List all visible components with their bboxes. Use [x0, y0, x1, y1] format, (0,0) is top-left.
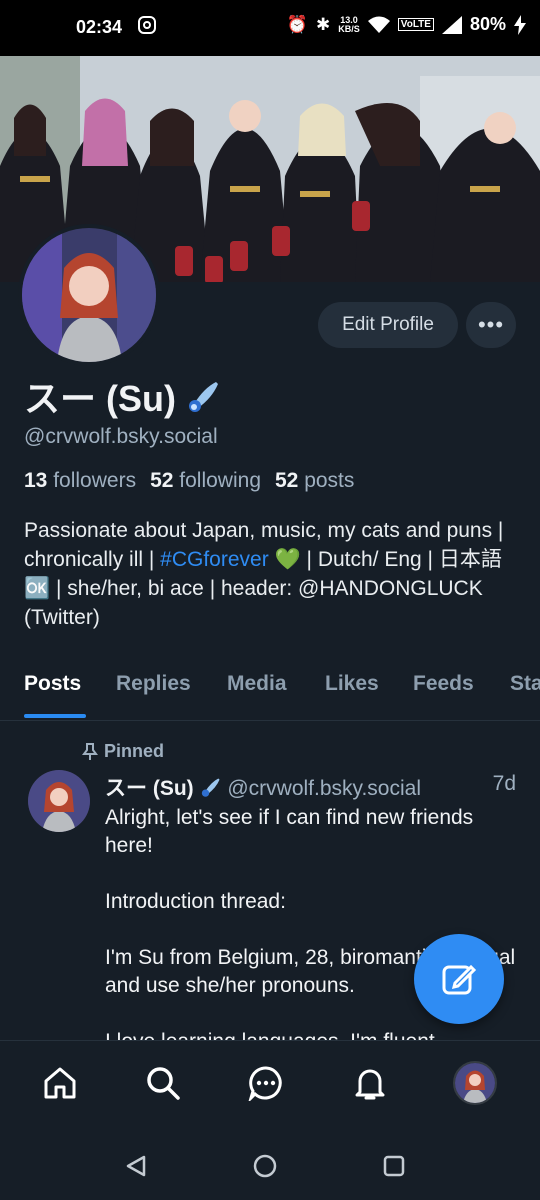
pin-icon: [82, 742, 98, 760]
post-author-handle[interactable]: @crvwolf.bsky.social: [227, 777, 421, 800]
status-bar: 02:34 ⏰ ✱ 13.0 KB/S VoLTE 80%: [0, 0, 540, 56]
comet-emoji-icon: [201, 778, 220, 797]
bottom-navigation: [0, 1040, 540, 1133]
bio-hashtag-link[interactable]: #CGforever: [160, 548, 269, 571]
pinned-indicator: Pinned: [82, 741, 164, 762]
search-icon: [147, 1067, 180, 1100]
post-author-avatar[interactable]: [28, 770, 90, 832]
nav-search[interactable]: [143, 1063, 183, 1103]
nav-chat[interactable]: [246, 1063, 286, 1103]
posts-count: 52: [275, 469, 299, 492]
tab-replies[interactable]: Replies: [116, 672, 191, 696]
more-options-button[interactable]: •••: [466, 302, 516, 348]
following-label: following: [179, 469, 261, 492]
comet-emoji-icon: [188, 382, 218, 412]
volte-icon: VoLTE: [397, 18, 434, 31]
signal-icon: [441, 15, 462, 34]
status-icons: ⏰ ✱ 13.0 KB/S VoLTE 80%: [287, 14, 526, 35]
recents-icon[interactable]: [383, 1155, 405, 1177]
status-time: 02:34: [76, 17, 123, 37]
nav-home[interactable]: [40, 1063, 80, 1103]
nav-profile-avatar[interactable]: [453, 1061, 497, 1105]
tab-posts[interactable]: Posts: [24, 672, 81, 696]
profile-bio: Passionate about Japan, music, my cats a…: [24, 516, 520, 632]
charging-icon: [514, 14, 526, 35]
home-icon: [44, 1067, 76, 1099]
display-name-text: スー (Su): [24, 378, 176, 419]
home-circle-icon[interactable]: [253, 1154, 277, 1178]
back-icon[interactable]: [124, 1154, 148, 1178]
tab-feeds[interactable]: Feeds: [413, 672, 474, 696]
instagram-notification-icon: [138, 16, 156, 34]
display-name: スー (Su): [24, 370, 222, 422]
compose-icon: [442, 964, 477, 995]
post-timestamp[interactable]: 7d: [493, 772, 516, 796]
tab-media[interactable]: Media: [227, 672, 287, 696]
following-count: 52: [150, 469, 174, 492]
nav-notifications[interactable]: [350, 1063, 390, 1103]
net-speed-unit: KB/S: [338, 23, 360, 34]
pinned-label: Pinned: [104, 741, 165, 761]
followers-count: 13: [24, 469, 48, 492]
battery-level: 80%: [469, 14, 506, 34]
alarm-icon: ⏰: [286, 14, 309, 34]
post-author-name[interactable]: スー (Su): [105, 777, 194, 800]
active-tab-indicator: [24, 714, 86, 718]
posts-label: posts: [304, 469, 355, 492]
profile-handle: @crvwolf.bsky.social: [24, 425, 218, 448]
followers-stat[interactable]: 13 followers: [24, 469, 136, 493]
chat-icon: [248, 1066, 282, 1101]
profile-stats: 13 followers 52 following 52 posts: [24, 469, 354, 493]
post-header: スー (Su) @crvwolf.bsky.social: [105, 772, 421, 802]
posts-stat: 52 posts: [275, 469, 354, 493]
edit-profile-button[interactable]: Edit Profile: [318, 302, 458, 348]
following-stat[interactable]: 52 following: [150, 469, 261, 493]
bluetooth-icon: ✱: [316, 14, 331, 34]
network-speed: 13.0 KB/S: [338, 15, 360, 34]
bell-icon: [355, 1069, 385, 1100]
tab-starter-packs[interactable]: Sta: [510, 672, 540, 696]
wifi-icon: [367, 16, 390, 33]
compose-button[interactable]: [414, 934, 504, 1024]
profile-tabs: Posts Replies Media Likes Feeds Sta: [0, 664, 540, 721]
tab-likes[interactable]: Likes: [325, 672, 379, 696]
profile-avatar[interactable]: [18, 224, 160, 366]
system-navigation-bar: [0, 1132, 540, 1200]
followers-label: followers: [53, 469, 137, 492]
